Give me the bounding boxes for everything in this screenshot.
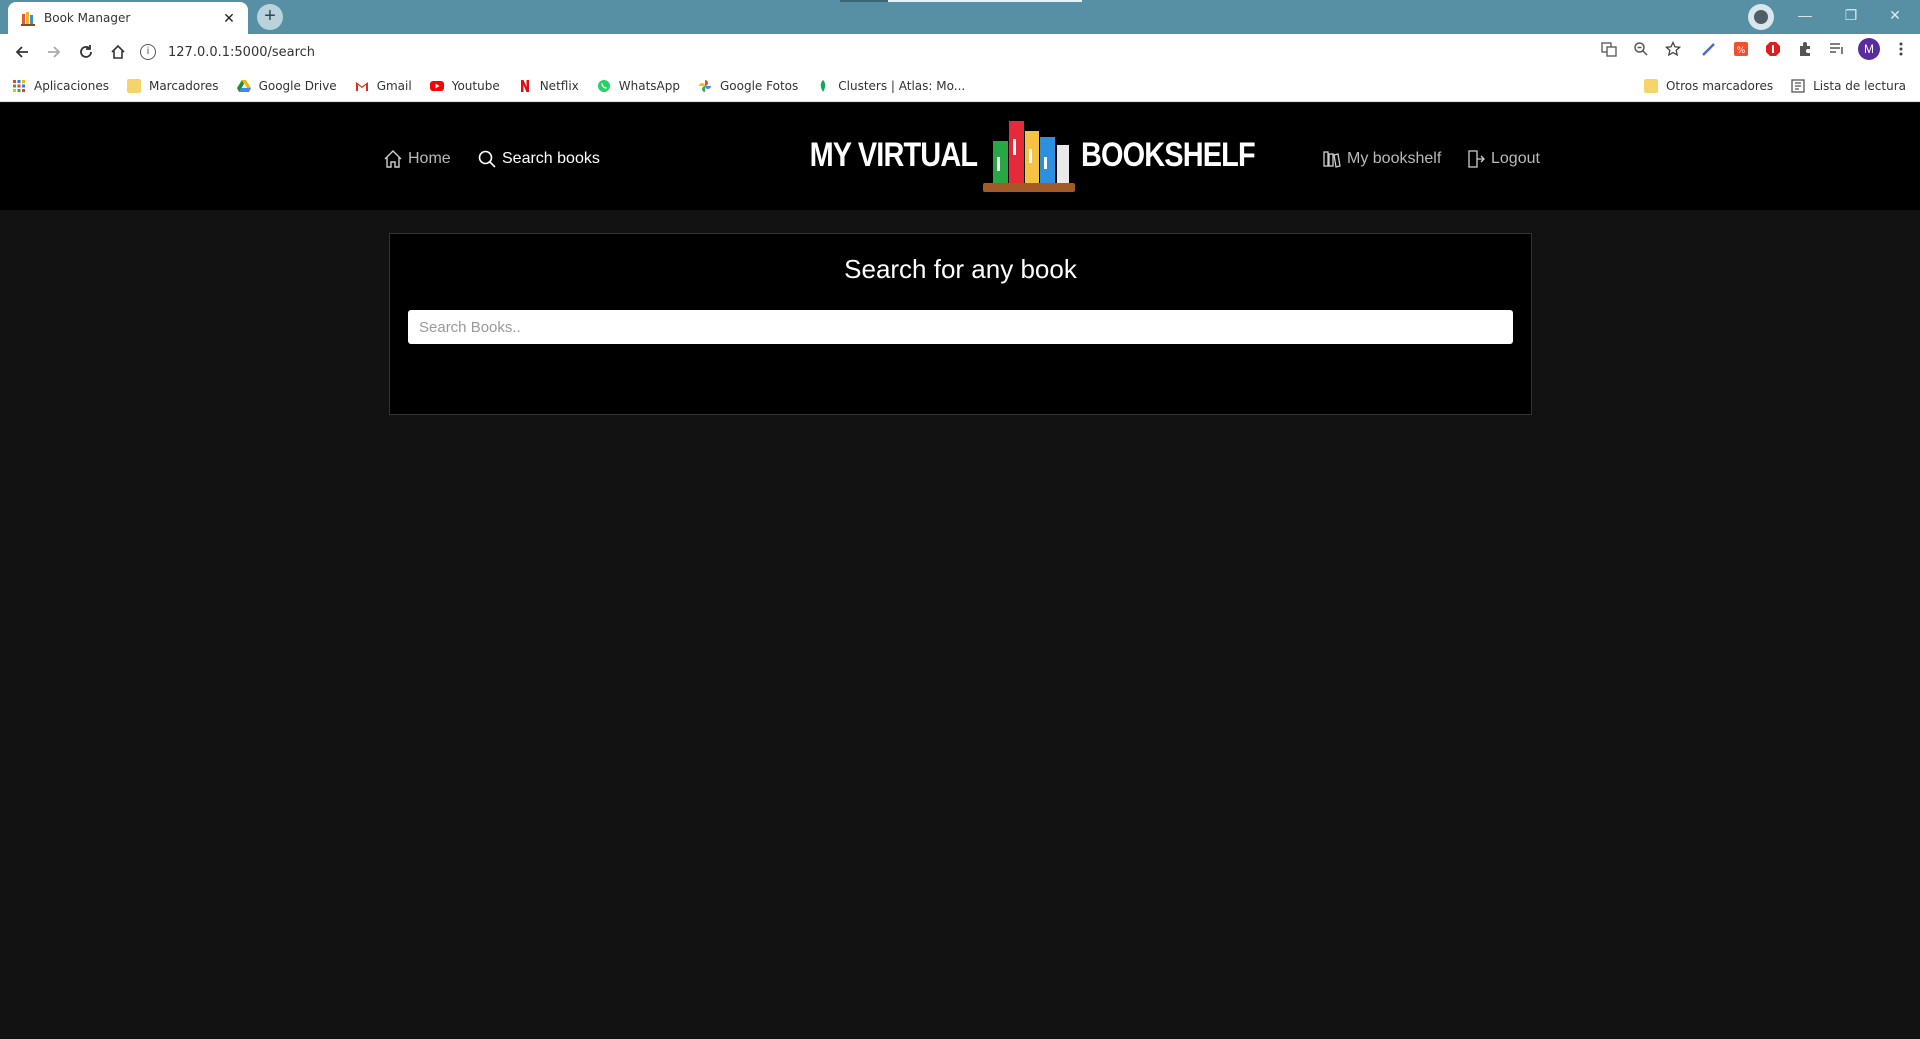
coupon-extension-icon[interactable]: % — [1730, 38, 1752, 60]
reload-button[interactable] — [70, 36, 102, 68]
bookshelf-logo-icon — [983, 121, 1076, 192]
browser-tabstrip: Book Manager ✕ + — ❐ ✕ — [0, 0, 1920, 34]
logo-text-left: MY VIRTUAL — [809, 135, 978, 174]
extensions-puzzle-icon[interactable] — [1794, 38, 1816, 60]
youtube-icon — [429, 80, 444, 91]
pen-extension-icon[interactable] — [1698, 38, 1720, 60]
mongodb-leaf-icon — [821, 79, 826, 92]
restore-button[interactable]: ❐ — [1836, 4, 1866, 26]
bookshelf-icon — [1323, 151, 1341, 168]
page-title: Search for any book — [844, 254, 1077, 284]
bookmark-star-icon[interactable] — [1662, 38, 1684, 60]
logo-text-right: BOOKSHELF — [1081, 135, 1256, 174]
arrow-left-icon — [15, 46, 28, 58]
bookmark-marcadores[interactable]: Marcadores — [126, 78, 219, 93]
gmail-icon — [355, 81, 368, 91]
site-info-icon[interactable]: i — [140, 44, 156, 60]
nav-search-label: Search books — [502, 150, 600, 167]
bookmark-label: Google Drive — [258, 78, 337, 93]
new-tab-button[interactable]: + — [257, 4, 283, 30]
bookmark-label: Marcadores — [148, 78, 219, 93]
bookmark-label: Gmail — [376, 78, 412, 93]
translate-icon[interactable] — [1598, 38, 1620, 60]
reload-icon — [80, 45, 92, 58]
bookmark-label: Clusters | Atlas: Mo... — [838, 78, 966, 93]
close-window-button[interactable]: ✕ — [1880, 4, 1910, 26]
chevron-down-icon — [1754, 10, 1768, 24]
bookmark-label: WhatsApp — [618, 78, 680, 93]
adblock-extension-icon[interactable] — [1762, 38, 1784, 60]
menu-kebab-icon[interactable] — [1890, 38, 1912, 60]
bookmark-apps[interactable]: Aplicaciones — [12, 79, 109, 93]
back-button[interactable] — [6, 36, 38, 68]
bookmark-google-photos[interactable]: Google Fotos — [698, 79, 798, 93]
address-bar[interactable]: i 127.0.0.1:5000/search — [140, 37, 1580, 67]
nav-home-label: Home — [408, 150, 451, 167]
search-input[interactable] — [408, 310, 1513, 344]
nav-bookshelf-label: My bookshelf — [1347, 150, 1442, 167]
site-header: Home Search books MY VIRTUAL BOOKSHELF M… — [0, 103, 1920, 210]
bookmark-label: Netflix — [539, 78, 579, 93]
tab-title: Book Manager — [44, 11, 131, 25]
netflix-icon — [520, 79, 529, 92]
reading-list-icon — [1791, 79, 1805, 93]
nav-home[interactable]: Home — [383, 149, 451, 169]
arrow-right-icon — [48, 46, 61, 58]
home-button[interactable] — [102, 36, 134, 68]
folder-icon — [1643, 79, 1658, 93]
bookmark-label: Aplicaciones — [34, 78, 109, 93]
bookmark-mongodb-atlas[interactable]: Clusters | Atlas: Mo... — [816, 79, 965, 93]
svg-text:%: % — [1737, 46, 1746, 56]
extensions-area: % M — [1598, 38, 1912, 60]
bookshelf-favicon-icon — [21, 12, 35, 26]
apps-grid-icon — [13, 79, 25, 92]
search-icon — [478, 150, 496, 168]
profile-avatar[interactable]: M — [1858, 38, 1880, 60]
nav-logout-label: Logout — [1491, 150, 1540, 167]
home-icon — [111, 44, 125, 59]
bookmark-netflix[interactable]: Netflix — [518, 79, 579, 93]
bookmark-label: Lista de lectura — [1813, 79, 1906, 93]
bookmark-label: Youtube — [451, 78, 500, 93]
logout-door-icon — [1468, 150, 1485, 168]
address-url[interactable]: 127.0.0.1:5000/search — [168, 45, 315, 60]
bookmark-label: Otros marcadores — [1665, 79, 1774, 93]
tab-close-icon[interactable]: ✕ — [220, 10, 238, 27]
nav-logout[interactable]: Logout — [1466, 149, 1540, 169]
nav-my-bookshelf[interactable]: My bookshelf — [1322, 149, 1441, 169]
minimize-button[interactable]: — — [1790, 4, 1820, 26]
media-queue-icon[interactable] — [1826, 38, 1848, 60]
whatsapp-icon — [597, 79, 610, 92]
window-drag-edge-light — [888, 0, 1082, 2]
bookmark-label: Google Fotos — [720, 78, 799, 93]
window-drag-edge — [840, 0, 888, 2]
google-photos-icon — [699, 79, 711, 92]
browser-tab-active[interactable]: Book Manager ✕ — [8, 2, 248, 34]
nav-search-books[interactable]: Search books — [477, 149, 600, 169]
bookmark-reading-list[interactable]: Lista de lectura — [1791, 79, 1906, 93]
bookmark-otros-marcadores[interactable]: Otros marcadores — [1643, 79, 1774, 93]
tab-search-button[interactable] — [1748, 4, 1774, 30]
bookmark-whatsapp[interactable]: WhatsApp — [597, 79, 680, 93]
search-card: Search for any book — [389, 233, 1532, 415]
bookmarks-right: Otros marcadores Lista de lectura — [1643, 70, 1906, 102]
google-drive-icon — [236, 79, 251, 92]
bookmark-youtube[interactable]: Youtube — [429, 78, 500, 93]
forward-button[interactable] — [38, 36, 70, 68]
site-logo[interactable]: MY VIRTUAL BOOKSHELF — [780, 117, 1286, 193]
bookmark-google-drive[interactable]: Google Drive — [236, 78, 337, 93]
folder-icon — [126, 78, 141, 93]
bookmarks-bar: Aplicaciones Marcadores Google Drive Gma… — [0, 70, 1920, 102]
zoom-icon[interactable] — [1630, 38, 1652, 60]
home-icon — [384, 150, 402, 168]
browser-toolbar: i 127.0.0.1:5000/search % M — [0, 34, 1920, 70]
bookmark-gmail[interactable]: Gmail — [355, 79, 412, 93]
